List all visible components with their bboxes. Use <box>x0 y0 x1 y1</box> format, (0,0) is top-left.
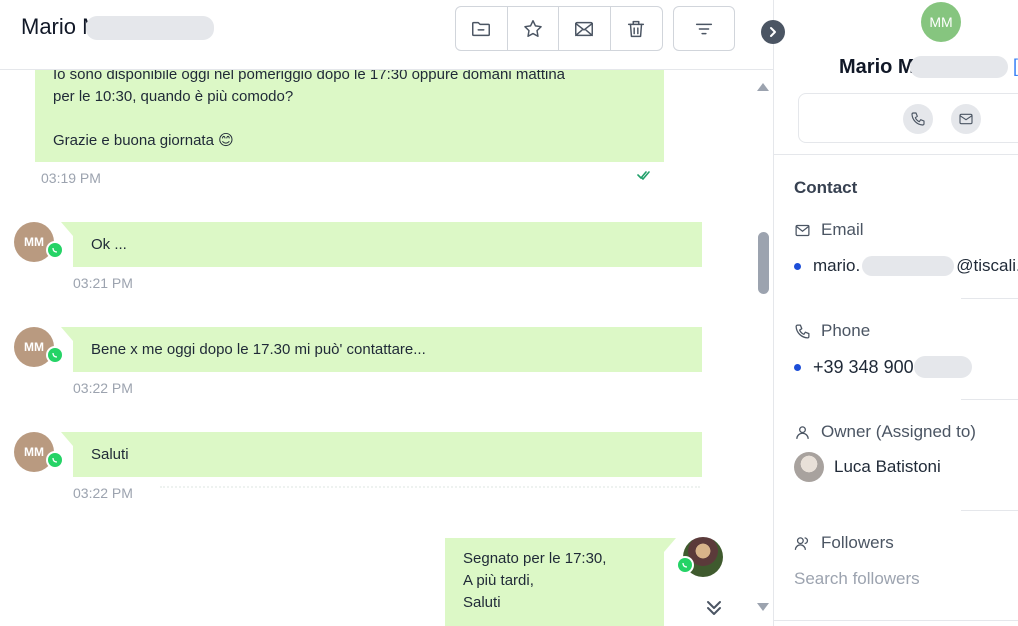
mail-icon <box>795 224 810 236</box>
email-value[interactable]: mario. @tiscali. <box>794 256 1018 276</box>
chat-header: Mario M <box>0 0 773 70</box>
double-check-icon <box>637 171 650 180</box>
bullet <box>794 262 801 270</box>
message-time: 03:22 PM <box>73 380 133 396</box>
phone-icon <box>795 323 810 339</box>
message-bubble: Io sono disponibile oggi nel pomeriggio … <box>35 58 664 162</box>
contact-actions <box>798 93 1018 143</box>
user-icon <box>796 425 809 439</box>
message-time: 03:22 PM <box>73 485 133 501</box>
divider <box>961 298 1018 299</box>
contact-name: Mario M <box>839 56 915 78</box>
message-line: Grazie e buona giornata 😊 <box>53 132 234 149</box>
message-line: A più tardi, <box>463 572 534 589</box>
divider <box>774 620 1018 621</box>
email-label-text: Email <box>821 220 864 239</box>
followers-label-text: Followers <box>821 533 894 552</box>
message-line <box>53 108 646 130</box>
owner-avatar <box>794 452 824 482</box>
owner-name[interactable]: Luca Batistoni <box>834 457 941 477</box>
divider <box>774 154 1018 155</box>
mail-icon <box>959 113 973 125</box>
chat-pane: Io sono disponibile oggi nel pomeriggio … <box>0 0 773 626</box>
message-line: Segnato per le 17:30, <box>463 550 607 567</box>
email-value-end: @tiscali. <box>956 256 1018 275</box>
move-to-folder-button[interactable] <box>456 7 508 50</box>
phone-label: Phone <box>794 321 870 341</box>
name-edit-marker[interactable]: [ <box>1013 56 1018 77</box>
call-button[interactable] <box>903 104 933 134</box>
scroll-up-arrow[interactable] <box>757 83 769 91</box>
followers-search-input[interactable] <box>794 569 1004 589</box>
message-bubble: Bene x me oggi dopo le 17.30 mi può' con… <box>61 327 702 372</box>
divider <box>961 399 1018 400</box>
scroll-down-arrow[interactable] <box>757 603 769 611</box>
redacted-text <box>913 356 972 378</box>
delete-button[interactable] <box>611 7 663 50</box>
divider <box>160 486 700 488</box>
conversation-toolbar <box>455 6 663 51</box>
followers-label: Followers <box>794 533 894 553</box>
folder-minus-icon <box>472 21 491 36</box>
redacted-text <box>910 56 1008 78</box>
phone-number: +39 348 900 <box>813 356 914 377</box>
whatsapp-icon <box>676 556 694 574</box>
star-icon <box>523 19 542 37</box>
message-time: 03:19 PM <box>41 170 101 186</box>
email-label: Email <box>794 220 864 240</box>
whatsapp-icon <box>46 346 64 364</box>
whatsapp-icon <box>46 241 64 259</box>
collapse-panel-button[interactable] <box>761 20 785 44</box>
message-bubble: Saluti <box>61 432 702 477</box>
star-button[interactable] <box>508 7 559 50</box>
message-bubble-outgoing: Segnato per le 17:30, A più tardi, Salut… <box>445 538 676 626</box>
redacted-text <box>862 256 955 276</box>
email-button[interactable] <box>951 104 981 134</box>
email-value-start: mario. <box>813 256 861 275</box>
message-line: Saluti <box>463 594 501 611</box>
chevron-right-icon <box>770 27 776 37</box>
trash-icon <box>628 20 645 37</box>
message-time: 03:21 PM <box>73 275 133 291</box>
message-line: per le 10:30, quando è più comodo? <box>53 88 294 105</box>
message-text: Ok ... <box>91 236 127 253</box>
message-bubble: Ok ... <box>61 222 702 267</box>
mail-icon <box>575 21 594 36</box>
filter-lines-icon <box>695 23 713 34</box>
whatsapp-icon <box>46 451 64 469</box>
scroll-to-bottom-button[interactable] <box>700 594 728 622</box>
divider <box>961 510 1018 511</box>
bullet <box>794 363 801 371</box>
contact-side-panel: MM Mario M [ Contact Email mario. @tisca… <box>773 0 1018 626</box>
phone-label-text: Phone <box>821 321 871 340</box>
scrollbar-thumb[interactable] <box>758 232 769 294</box>
message-text: Saluti <box>91 446 129 463</box>
message-text: Bene x me oggi dopo le 17.30 mi può' con… <box>91 341 426 358</box>
section-heading: Contact <box>794 178 858 197</box>
owner-label-text: Owner (Assigned to) <box>821 422 976 441</box>
phone-icon <box>911 112 925 126</box>
owner-label: Owner (Assigned to) <box>794 422 976 442</box>
chevrons-down-icon <box>707 601 721 615</box>
users-icon <box>794 536 809 550</box>
mark-unread-button[interactable] <box>559 7 611 50</box>
phone-value[interactable]: +39 348 900 <box>794 356 972 378</box>
filter-button[interactable] <box>673 6 735 51</box>
contact-avatar: MM <box>921 2 961 42</box>
redacted-text <box>86 16 214 40</box>
